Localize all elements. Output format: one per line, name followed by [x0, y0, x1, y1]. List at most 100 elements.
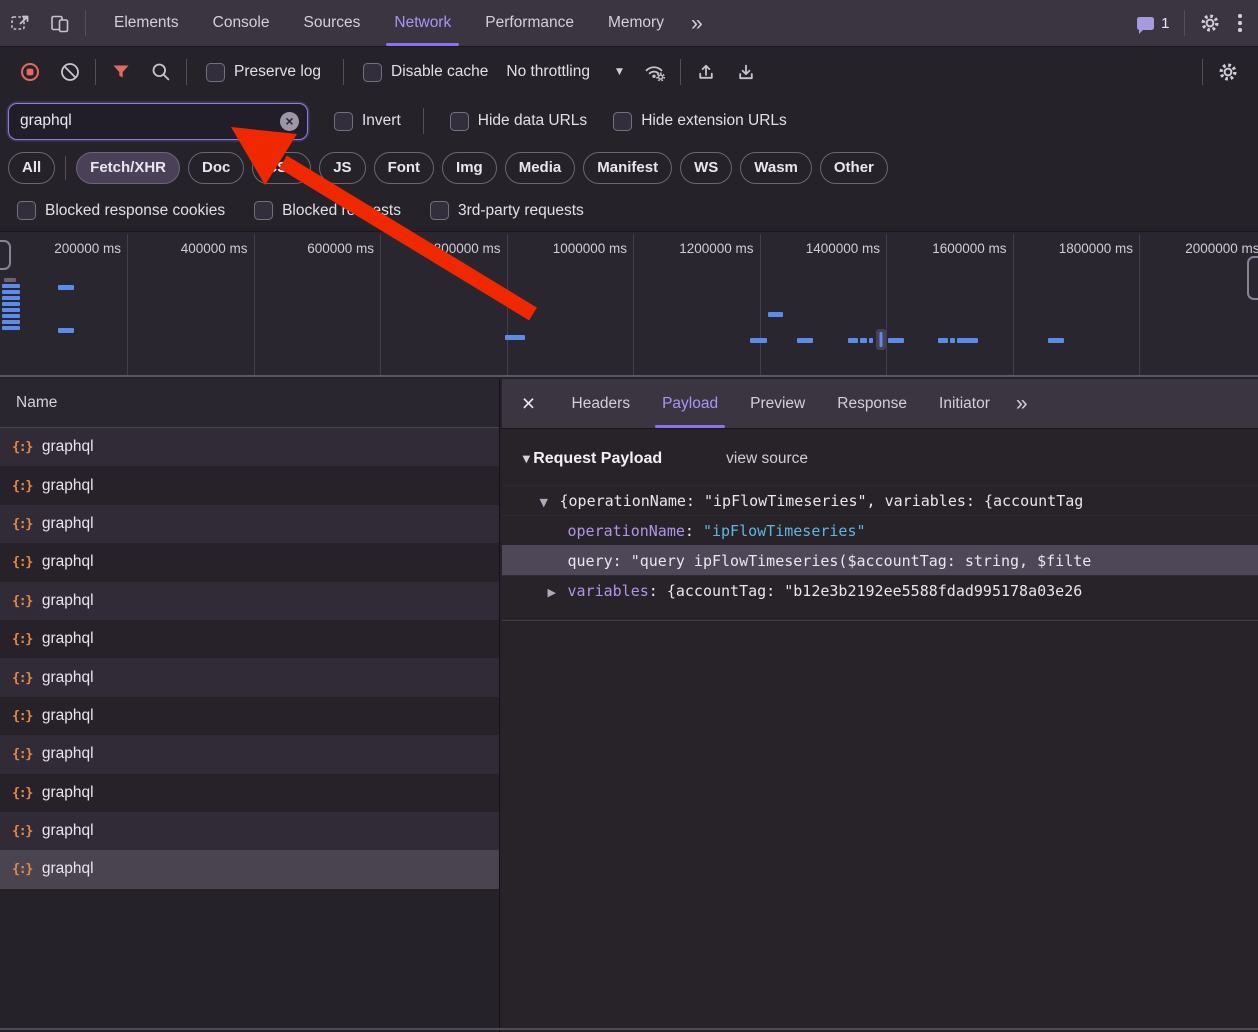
collapsed-triangle-icon[interactable]: ▶ [548, 578, 568, 605]
filter-pill-doc[interactable]: Doc [188, 152, 244, 184]
filter-pill-media[interactable]: Media [505, 152, 576, 184]
payload-tree-row[interactable]: operationName: "ipFlowTimeseries" [502, 515, 1258, 545]
details-tab-payload[interactable]: Payload [646, 379, 734, 428]
request-row[interactable]: {:}graphql [0, 774, 499, 812]
request-row[interactable]: {:}graphql [0, 466, 499, 504]
json-file-icon: {:} [12, 554, 32, 570]
request-row[interactable]: {:}graphql [0, 620, 499, 658]
clear-filter-button[interactable]: × [280, 112, 299, 131]
filter-pill-other[interactable]: Other [820, 152, 888, 184]
inspect-element-button[interactable] [0, 0, 40, 46]
details-tab-preview[interactable]: Preview [734, 379, 821, 428]
checkbox-box[interactable] [206, 63, 225, 82]
checkbox-box[interactable] [363, 63, 382, 82]
filter-pill-wasm[interactable]: Wasm [740, 152, 812, 184]
request-row[interactable]: {:}graphql [0, 505, 499, 543]
filter-pill-fetchxhr[interactable]: Fetch/XHR [76, 152, 180, 184]
divider [186, 59, 187, 85]
filter-pill-all[interactable]: All [8, 152, 55, 184]
blocked-response-cookies-checkbox[interactable]: Blocked response cookies [17, 201, 225, 220]
request-row[interactable]: {:}graphql [0, 697, 499, 735]
filter-pill-ws[interactable]: WS [680, 152, 732, 184]
divider [1202, 59, 1203, 85]
throttling-select[interactable]: No throttling ▼ [506, 63, 623, 81]
request-name: graphql [42, 515, 94, 533]
name-column-header[interactable]: Name [0, 379, 499, 428]
network-overview-timeline[interactable]: 200000 ms400000 ms600000 ms800000 ms1000… [0, 232, 1258, 377]
more-tabs-chevron-icon[interactable]: » [1006, 393, 1038, 414]
request-row[interactable]: {:}graphql [0, 582, 499, 620]
network-conditions-button[interactable] [635, 47, 675, 97]
request-row[interactable]: {:}graphql [0, 812, 499, 850]
collapse-triangle-icon[interactable]: ▼ [523, 454, 531, 465]
panel-tab-memory[interactable]: Memory [591, 0, 681, 46]
filter-toggle-button[interactable] [101, 47, 141, 97]
search-button[interactable] [141, 47, 181, 97]
details-tab-response[interactable]: Response [821, 379, 923, 428]
details-tab-headers[interactable]: Headers [556, 379, 647, 428]
request-row[interactable]: {:}graphql [0, 543, 499, 581]
waterfall-bar [1048, 338, 1064, 343]
filter-pill-css[interactable]: CSS [252, 152, 311, 184]
overview-left-gripper[interactable] [0, 240, 11, 270]
more-panels-chevron-icon[interactable]: » [681, 13, 713, 34]
request-row[interactable]: {:}graphql [0, 658, 499, 696]
waterfall-bar [2, 302, 20, 306]
panel-tab-network[interactable]: Network [377, 0, 468, 46]
payload-tree-row[interactable]: query: "query ipFlowTimeseries($accountT… [502, 545, 1258, 575]
payload-text-segment: : {accountTag: "b12e3b2192ee5588fdad9951… [649, 582, 1082, 600]
filter-input[interactable]: graphql × [8, 103, 308, 140]
checkbox-box[interactable] [430, 201, 449, 220]
panel-tab-console[interactable]: Console [196, 0, 287, 46]
payload-tree-row[interactable]: ▶variables: {accountTag: "b12e3b2192ee55… [502, 575, 1258, 605]
request-row[interactable]: {:}graphql [0, 735, 499, 773]
inspect-cursor-icon [9, 12, 31, 34]
invert-checkbox[interactable]: Invert [334, 112, 401, 131]
divider [65, 156, 66, 180]
preserve-log-checkbox[interactable]: Preserve log [206, 63, 321, 82]
checkbox-box[interactable] [613, 112, 632, 131]
divider [502, 620, 1258, 621]
device-toolbar-button[interactable] [40, 0, 80, 46]
disable-cache-checkbox[interactable]: Disable cache [363, 63, 488, 82]
hide-extension-urls-checkbox[interactable]: Hide extension URLs [613, 112, 787, 131]
hide-data-urls-checkbox[interactable]: Hide data URLs [450, 112, 587, 131]
checkbox-box[interactable] [254, 201, 273, 220]
import-har-button[interactable] [686, 47, 726, 97]
expanded-triangle-icon[interactable]: ▼ [540, 488, 560, 515]
request-row[interactable]: {:}graphql [0, 428, 499, 466]
filter-pill-js[interactable]: JS [319, 152, 365, 184]
checkbox-box[interactable] [334, 112, 353, 131]
network-toolbar: Preserve log Disable cache No throttling… [0, 47, 1258, 97]
issues-button[interactable]: 1 [1127, 15, 1179, 32]
close-details-button[interactable]: × [502, 392, 556, 415]
payload-text-segment: {operationName: "ipFlowTimeseries", vari… [560, 492, 1084, 510]
kebab-menu-button[interactable] [1230, 14, 1250, 31]
blocked-requests-checkbox[interactable]: Blocked requests [254, 201, 401, 220]
checkbox-box[interactable] [17, 201, 36, 220]
request-row[interactable]: {:}graphql [0, 850, 499, 888]
overview-right-gripper[interactable] [1247, 256, 1258, 300]
payload-tree-row[interactable]: ▼{operationName: "ipFlowTimeseries", var… [502, 485, 1258, 515]
details-tab-initiator[interactable]: Initiator [923, 379, 1006, 428]
panel-tab-elements[interactable]: Elements [97, 0, 196, 46]
panel-tab-sources[interactable]: Sources [287, 0, 378, 46]
filter-pill-font[interactable]: Font [374, 152, 434, 184]
filter-pill-manifest[interactable]: Manifest [583, 152, 672, 184]
panel-tab-performance[interactable]: Performance [468, 0, 591, 46]
search-icon [150, 61, 172, 83]
filter-row: graphql × Invert Hide data URLs Hide ext… [0, 97, 1258, 145]
request-name: graphql [42, 784, 94, 802]
filter-pill-img[interactable]: Img [442, 152, 497, 184]
export-har-button[interactable] [726, 47, 766, 97]
clear-network-log-button[interactable] [50, 47, 90, 97]
timeline-tick-label: 600000 ms [307, 241, 374, 256]
timeline-gridline [127, 234, 128, 375]
-rd-party-requests-checkbox[interactable]: 3rd-party requests [430, 201, 584, 220]
checkbox-box[interactable] [450, 112, 469, 131]
record-network-log-button[interactable] [10, 47, 50, 97]
network-settings-button[interactable] [1208, 47, 1248, 97]
settings-button[interactable] [1190, 11, 1230, 35]
view-source-link[interactable]: view source [726, 450, 808, 468]
json-file-icon: {:} [12, 708, 32, 724]
